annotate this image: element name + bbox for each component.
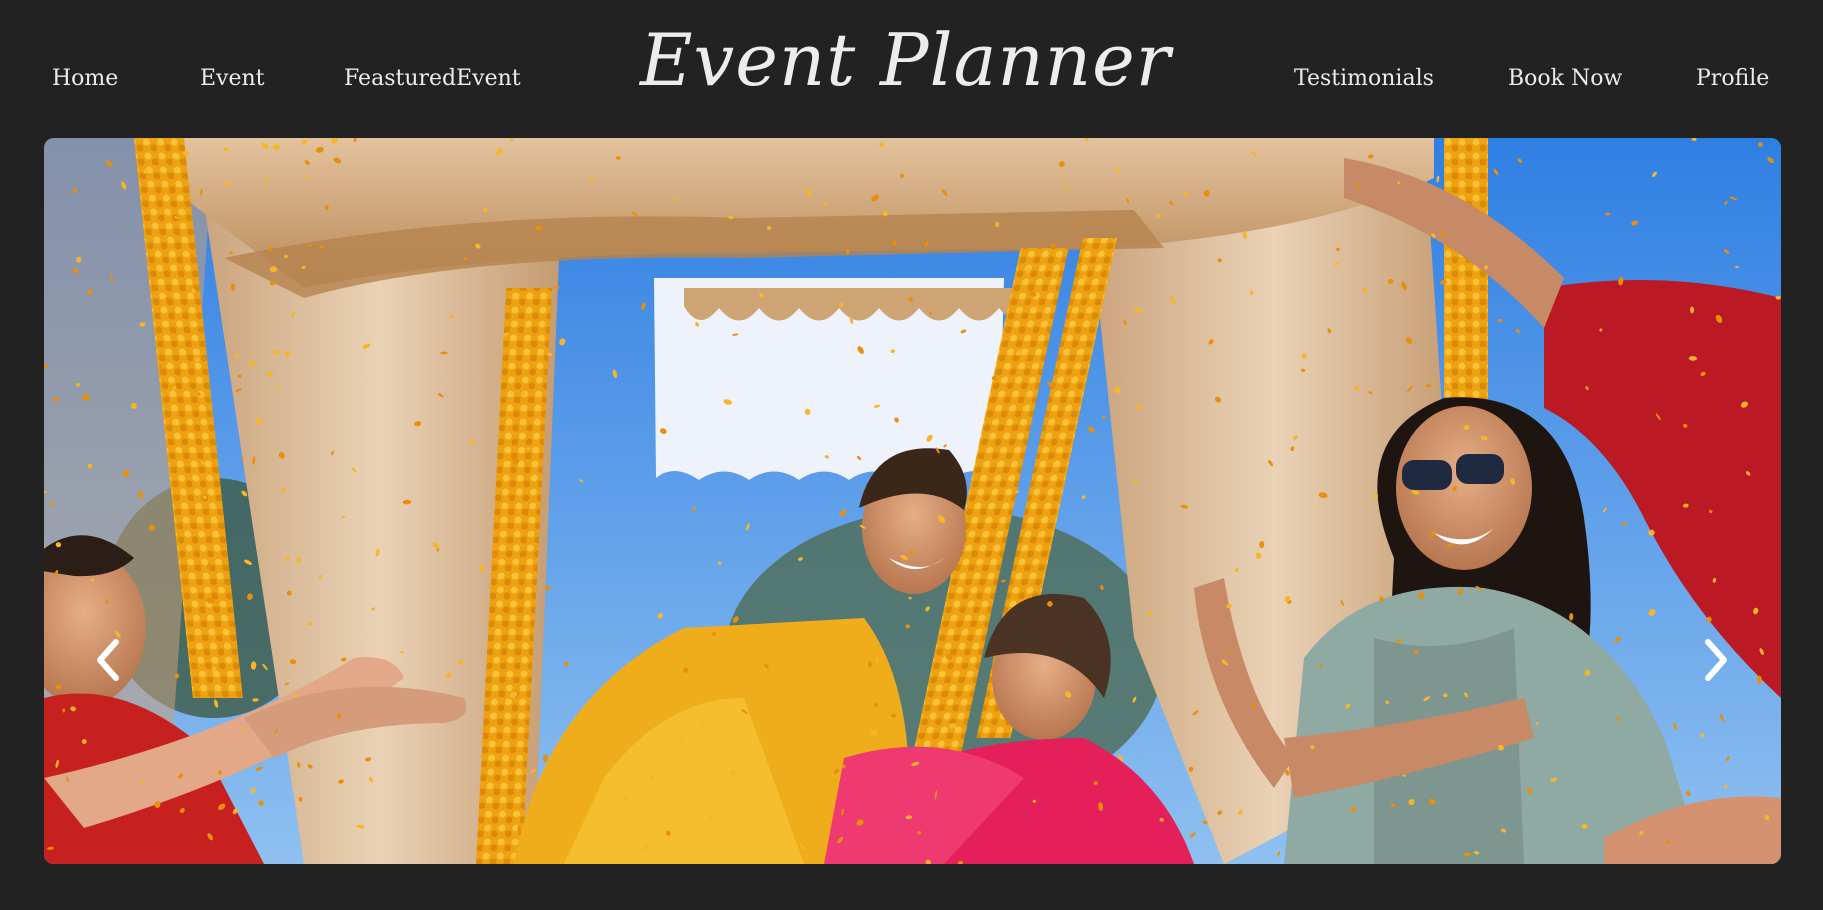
carousel-prev-button[interactable] xyxy=(80,624,140,696)
brand-title: Event Planner xyxy=(640,18,1172,102)
hero-carousel xyxy=(44,138,1781,864)
nav-testimonials-link[interactable]: Testimonials xyxy=(1294,66,1434,91)
nav-book-now-link[interactable]: Book Now xyxy=(1508,66,1622,91)
nav-event-link[interactable]: Event xyxy=(200,66,265,91)
chevron-left-icon xyxy=(97,639,119,681)
carousel-next-button[interactable] xyxy=(1684,624,1744,696)
nav-profile-link[interactable]: Profile xyxy=(1696,66,1769,91)
nav-home-link[interactable]: Home xyxy=(52,66,118,91)
nav-featured-event-link[interactable]: FeasturedEvent xyxy=(344,66,521,91)
page: Home Event FeasturedEvent Event Planner … xyxy=(0,0,1823,910)
carousel-slide-image xyxy=(44,138,1781,864)
chevron-right-icon xyxy=(1705,639,1727,681)
